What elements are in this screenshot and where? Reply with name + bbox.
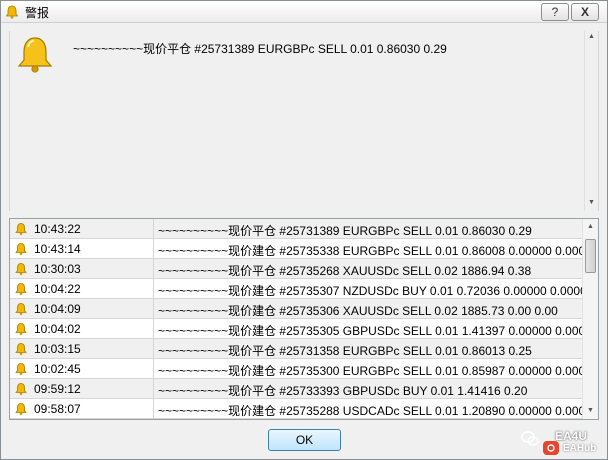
bell-icon (15, 403, 27, 416)
column-divider (153, 359, 154, 379)
alert-time: 09:59:12 (34, 382, 81, 396)
table-row[interactable]: 10:02:45 ~~~~~~~~~~现价建仓 #25735300 EURGBPc… (10, 359, 598, 379)
scroll-thumb[interactable] (585, 239, 596, 273)
alert-time: 10:04:02 (34, 322, 81, 336)
column-divider (153, 279, 154, 299)
alert-window: 警报 ? X ▲ ▼ ~~~~~~~~~~现价平仓 #25731389 EURG… (0, 0, 608, 460)
table-row[interactable]: 09:58:07 ~~~~~~~~~~现价建仓 #25735288 USDCADc… (10, 399, 598, 419)
ok-button[interactable]: OK (268, 429, 341, 451)
alert-time: 10:02:45 (34, 362, 81, 376)
column-divider (153, 219, 154, 239)
table-row[interactable]: 10:43:14 ~~~~~~~~~~现价建仓 #25735338 EURGBPc… (10, 239, 598, 259)
table-row[interactable]: 10:03:15 ~~~~~~~~~~现价平仓 #25731358 EURGBPc… (10, 339, 582, 359)
title-bar[interactable]: 警报 ? X (1, 1, 607, 23)
column-divider (153, 339, 154, 359)
alert-text: ~~~~~~~~~~现价建仓 #25735288 USDCADc SELL 0.… (158, 404, 599, 418)
alert-text: ~~~~~~~~~~现价建仓 #25735305 GBPUSDc SELL 0.… (158, 324, 599, 338)
close-button[interactable]: X (571, 3, 599, 21)
bell-icon (15, 323, 27, 336)
scroll-down-icon[interactable]: ▼ (588, 199, 595, 206)
list-scrollbar[interactable]: ▲ ▼ (582, 219, 598, 419)
bell-icon (15, 263, 27, 276)
alert-text: ~~~~~~~~~~现价平仓 #25731358 EURGBPc SELL 0.… (158, 344, 532, 358)
alert-text: ~~~~~~~~~~现价建仓 #25735306 XAUUSDc SELL 0.… (158, 304, 558, 318)
scroll-up-icon[interactable]: ▲ (587, 223, 594, 230)
alert-time: 10:43:22 (34, 222, 81, 236)
message-panel: ▲ ▼ (9, 31, 599, 211)
alert-text: ~~~~~~~~~~现价建仓 #25735300 EURGBPc SELL 0.… (158, 364, 599, 378)
help-button[interactable]: ? (541, 3, 569, 21)
alert-text: ~~~~~~~~~~现价平仓 #25735268 XAUUSDc SELL 0.… (158, 264, 532, 278)
table-row[interactable]: 10:30:03 ~~~~~~~~~~现价平仓 #25735268 XAUUSDc… (10, 259, 582, 279)
column-divider (153, 379, 154, 399)
watermark-line2: EAHub (563, 443, 597, 454)
eahub-logo-icon (543, 441, 559, 455)
column-divider (153, 299, 154, 319)
alert-text: ~~~~~~~~~~现价平仓 #25731389 EURGBPc SELL 0.… (158, 224, 532, 238)
bell-icon (17, 37, 53, 73)
bell-icon (15, 243, 27, 256)
column-divider (153, 319, 154, 339)
message-scrollbar[interactable]: ▲ ▼ (584, 31, 598, 211)
table-row[interactable]: 10:43:22 ~~~~~~~~~~现价平仓 #25731389 EURGBPc… (10, 219, 582, 239)
alert-app-icon (5, 5, 19, 19)
alert-time: 10:04:09 (34, 302, 81, 316)
scroll-down-icon[interactable]: ▼ (587, 407, 594, 414)
watermark: EA4U EAHub (521, 429, 601, 457)
alert-text: ~~~~~~~~~~现价平仓 #25733393 GBPUSDc BUY 0.0… (158, 384, 528, 398)
table-row[interactable]: 09:59:12 ~~~~~~~~~~现价平仓 #25733393 GBPUSDc… (10, 379, 582, 399)
table-row[interactable]: 10:04:02 ~~~~~~~~~~现价建仓 #25735305 GBPUSDc… (10, 319, 598, 339)
bell-icon (15, 363, 27, 376)
alert-time: 09:58:07 (34, 402, 81, 416)
alert-text: ~~~~~~~~~~现价建仓 #25735338 EURGBPc SELL 0.… (158, 244, 599, 258)
column-divider (153, 399, 154, 419)
alert-time: 10:03:15 (34, 342, 81, 356)
scroll-up-icon[interactable]: ▲ (588, 33, 595, 40)
bell-icon (15, 283, 27, 296)
table-row[interactable]: 10:04:09 ~~~~~~~~~~现价建仓 #25735306 XAUUSDc… (10, 299, 582, 319)
column-divider (153, 239, 154, 259)
bell-icon (15, 383, 27, 396)
column-divider (153, 259, 154, 279)
window-title: 警报 (25, 6, 50, 20)
wechat-icon (521, 431, 539, 446)
watermark-line1: EA4U (555, 429, 588, 443)
bell-icon (15, 223, 27, 236)
alert-message: ~~~~~~~~~~现价平仓 #25731389 EURGBPc SELL 0.… (73, 42, 447, 56)
table-row[interactable]: 10:04:22 ~~~~~~~~~~现价建仓 #25735307 NZDUSDc… (10, 279, 593, 299)
alert-time: 10:30:03 (34, 262, 81, 276)
bell-icon (15, 303, 27, 316)
bell-icon (15, 343, 27, 356)
alert-text: ~~~~~~~~~~现价建仓 #25735307 NZDUSDc BUY 0.0… (158, 284, 594, 298)
alert-time: 10:04:22 (34, 282, 81, 296)
alert-time: 10:43:14 (34, 242, 81, 256)
alert-history-list[interactable]: 10:43:22 ~~~~~~~~~~现价平仓 #25731389 EURGBPc… (9, 218, 599, 420)
